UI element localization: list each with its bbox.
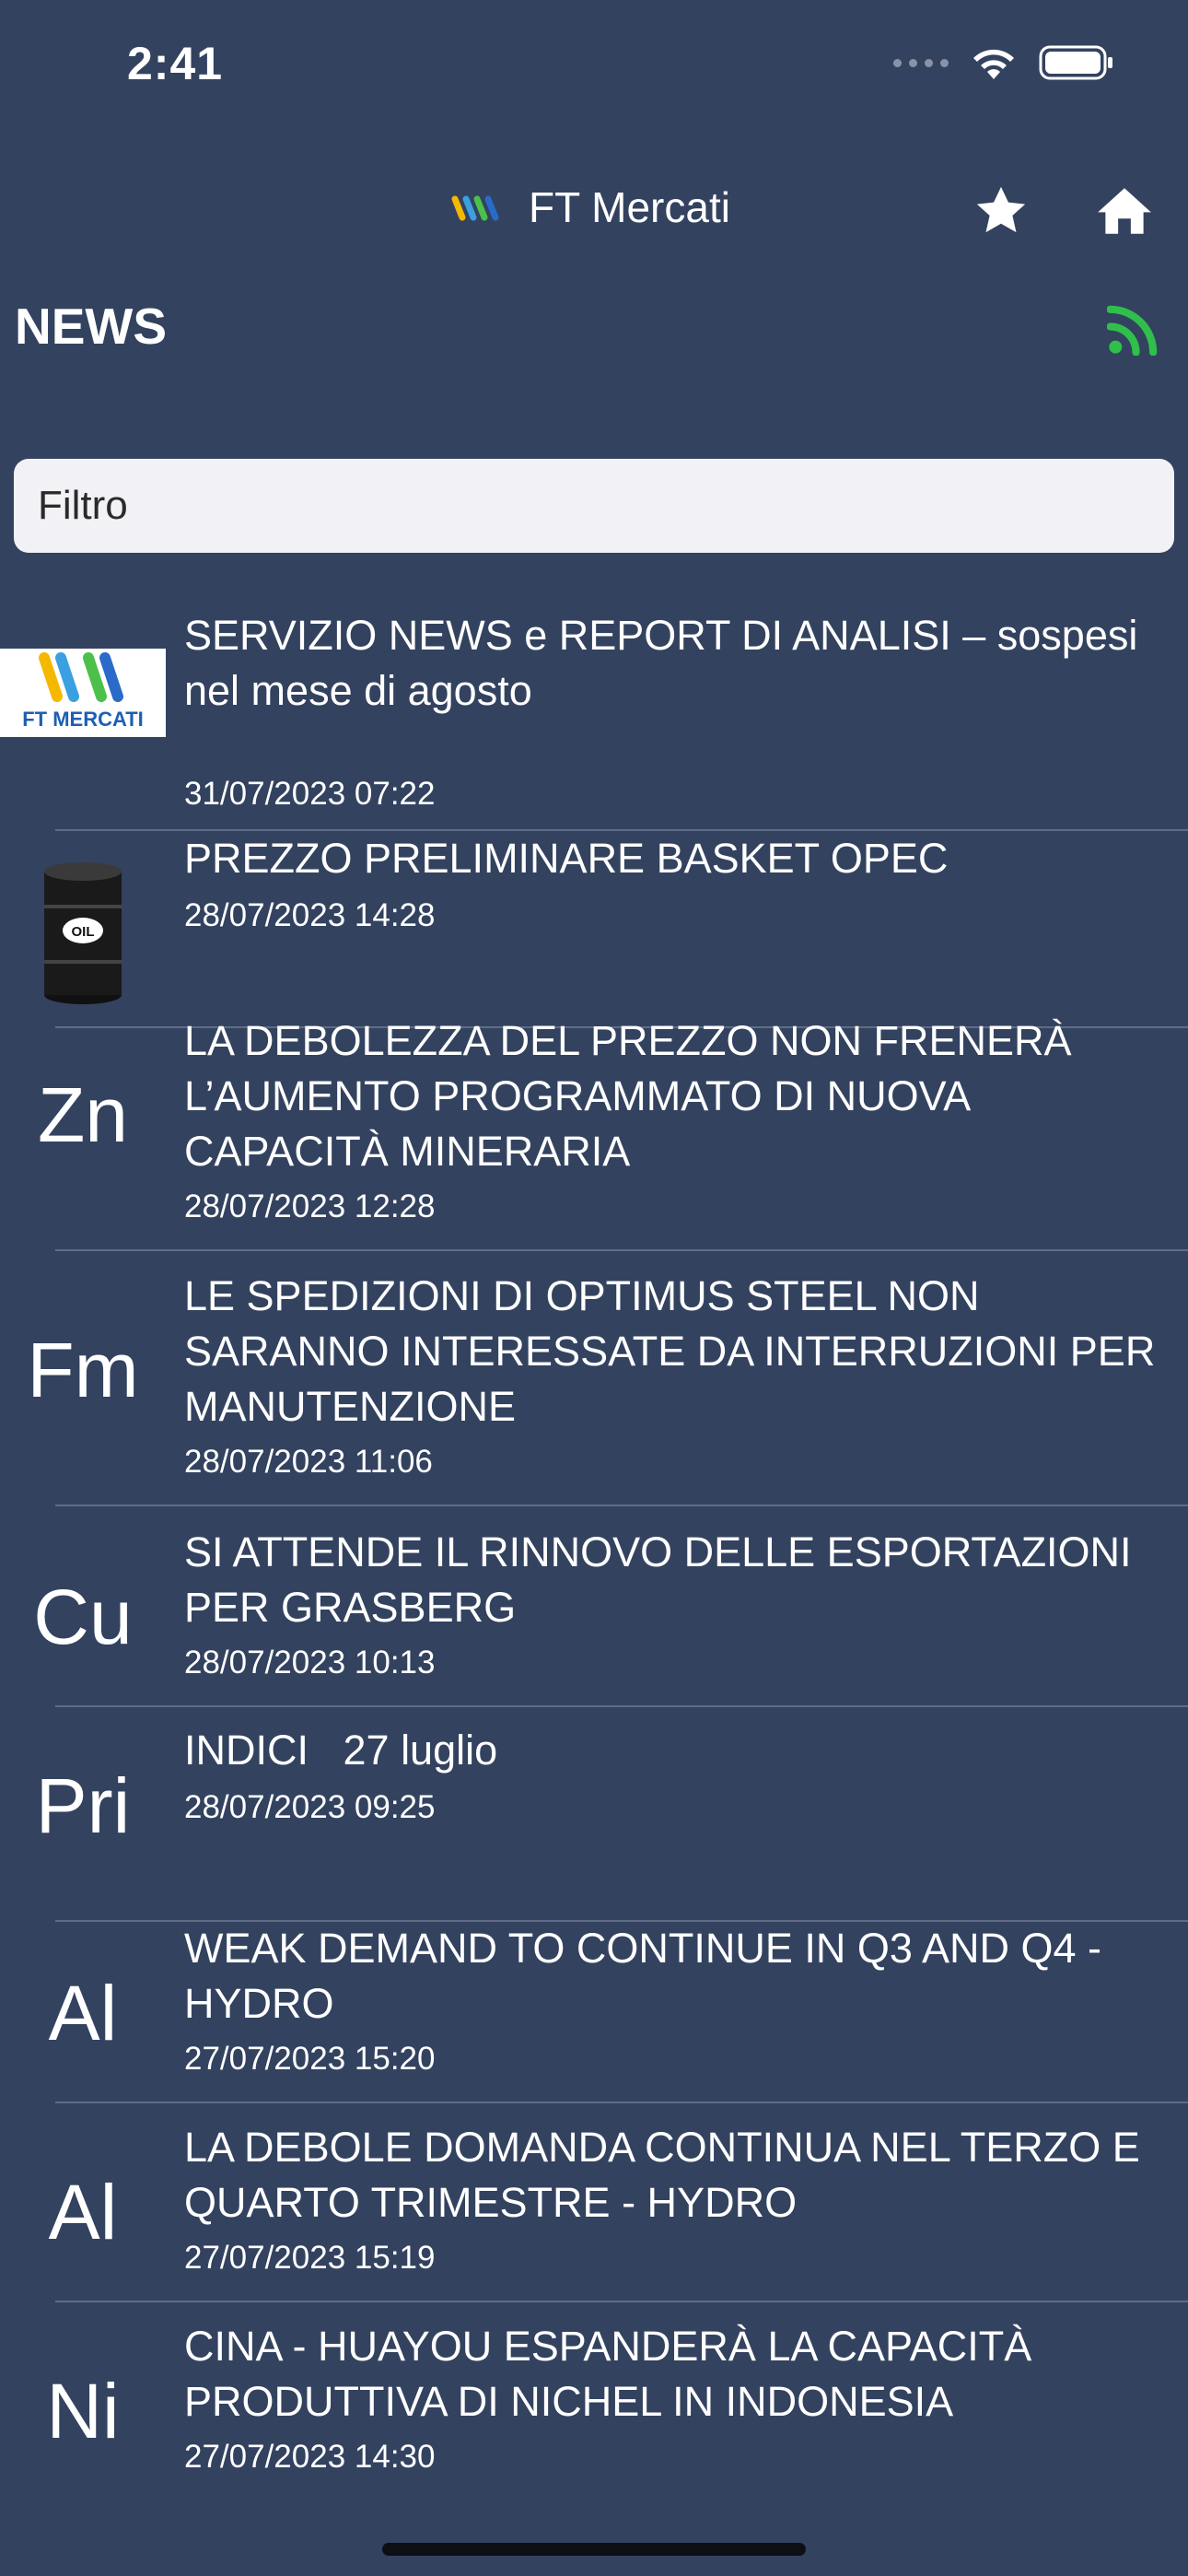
news-thumbnail: Fm	[0, 1306, 166, 1434]
news-title: LE SPEDIZIONI DI OPTIMUS STEEL NON SARAN…	[184, 1272, 1156, 1430]
svg-text:OIL: OIL	[72, 924, 95, 940]
home-icon[interactable]	[1094, 181, 1155, 241]
battery-icon	[1039, 45, 1112, 80]
thumbnail-label: Al	[48, 2168, 118, 2255]
news-thumbnail: Al	[0, 2148, 166, 2277]
thumbnail-label: Cu	[33, 1573, 133, 1660]
news-title: SERVIZIO NEWS e REPORT DI ANALISI – sosp…	[184, 612, 1138, 714]
news-item[interactable]: Ni CINA - HUAYOU ESPANDERÀ LA CAPACITÀ P…	[0, 2319, 1188, 2518]
news-title: LA DEBOLEZZA DEL PREZZO NON FRENERÀ L’AU…	[184, 1017, 1072, 1175]
news-thumbnail: Cu	[0, 1552, 166, 1681]
ft-mercati-logo-icon	[451, 195, 499, 221]
section-title: NEWS	[15, 298, 167, 355]
news-item[interactable]: FT MERCATI SERVIZIO NEWS e REPORT DI ANA…	[0, 608, 1188, 831]
nav-title: FT Mercati	[529, 183, 730, 231]
news-date: 27/07/2023 15:20	[184, 2041, 436, 2077]
star-icon[interactable]	[971, 181, 1031, 241]
news-date: 28/07/2023 14:28	[184, 897, 436, 933]
news-thumbnail: Zn	[0, 1050, 166, 1179]
status-time: 2:41	[127, 38, 224, 89]
news-thumbnail: Al	[0, 1949, 166, 2078]
news-title: SI ATTENDE IL RINNOVO DELLE ESPORTAZIONI…	[184, 1528, 1132, 1631]
news-item[interactable]: Al WEAK DEMAND TO CONTINUE IN Q3 AND Q4 …	[0, 1921, 1188, 2120]
news-date: 27/07/2023 14:30	[184, 2439, 436, 2475]
news-date: 31/07/2023 07:22	[184, 776, 436, 812]
status-icons	[893, 44, 1114, 81]
svg-text:FT MERCATI: FT MERCATI	[22, 708, 144, 731]
list-divider	[55, 1249, 1188, 1251]
news-title: LA DEBOLE DOMANDA CONTINUA NEL TERZO E Q…	[184, 2124, 1140, 2226]
news-date: 28/07/2023 09:25	[184, 1789, 436, 1825]
news-title: PREZZO PRELIMINARE BASKET OPEC	[184, 835, 949, 882]
news-item[interactable]: Fm LE SPEDIZIONI DI OPTIMUS STEEL NON SA…	[0, 1269, 1188, 1523]
news-title: WEAK DEMAND TO CONTINUE IN Q3 AND Q4 - H…	[184, 1925, 1101, 2027]
news-thumbnail: Pri	[0, 1741, 166, 1870]
nav-bar: FT Mercati	[0, 166, 1188, 249]
news-title: INDICI 27 luglio	[184, 1727, 498, 1774]
news-date: 28/07/2023 10:13	[184, 1645, 436, 1680]
list-divider	[55, 2301, 1188, 2302]
thumbnail-label: Zn	[37, 1071, 129, 1158]
news-item[interactable]: Al LA DEBOLE DOMANDA CONTINUA NEL TERZO …	[0, 2120, 1188, 2319]
thumbnail-label: Ni	[46, 2367, 120, 2454]
status-bar: 2:41	[0, 0, 1188, 138]
filter-input[interactable]	[14, 459, 1174, 553]
thumbnail-label: Fm	[27, 1326, 139, 1413]
list-divider	[55, 2102, 1188, 2103]
cellular-signal-icon	[893, 58, 949, 67]
wifi-icon	[973, 49, 1014, 79]
ft-mercati-logo-icon: FT MERCATI	[22, 652, 144, 731]
news-item[interactable]: Cu SI ATTENDE IL RINNOVO DELLE ESPORTAZI…	[0, 1525, 1188, 1724]
rss-icon[interactable]	[1107, 304, 1159, 356]
news-title: CINA - HUAYOU ESPANDERÀ LA CAPACITÀ PROD…	[184, 2323, 1032, 2425]
news-date: 27/07/2023 15:19	[184, 2240, 436, 2276]
news-thumbnail: Ni	[0, 2347, 166, 2476]
thumbnail-label: Pri	[35, 1762, 131, 1849]
oil-barrel-icon: OIL	[0, 859, 166, 1006]
ft-mercati-logo: FT MERCATI	[0, 649, 166, 737]
news-item[interactable]: OIL PREZZO PRELIMINARE BASKET OPEC 28/07…	[0, 831, 1188, 1028]
thumbnail-label: Al	[48, 1969, 118, 2056]
news-date: 28/07/2023 12:28	[184, 1188, 436, 1224]
home-indicator[interactable]	[382, 2543, 806, 2556]
news-date: 28/07/2023 11:06	[184, 1444, 433, 1480]
news-item[interactable]: Zn LA DEBOLEZZA DEL PREZZO NON FRENERÀ L…	[0, 1013, 1188, 1268]
news-item[interactable]: Pri INDICI 27 luglio 28/07/2023 09:25	[0, 1723, 1188, 1922]
list-divider	[55, 1705, 1188, 1707]
list-divider	[55, 1505, 1188, 1506]
nav-title-group: FT Mercati	[451, 182, 730, 232]
